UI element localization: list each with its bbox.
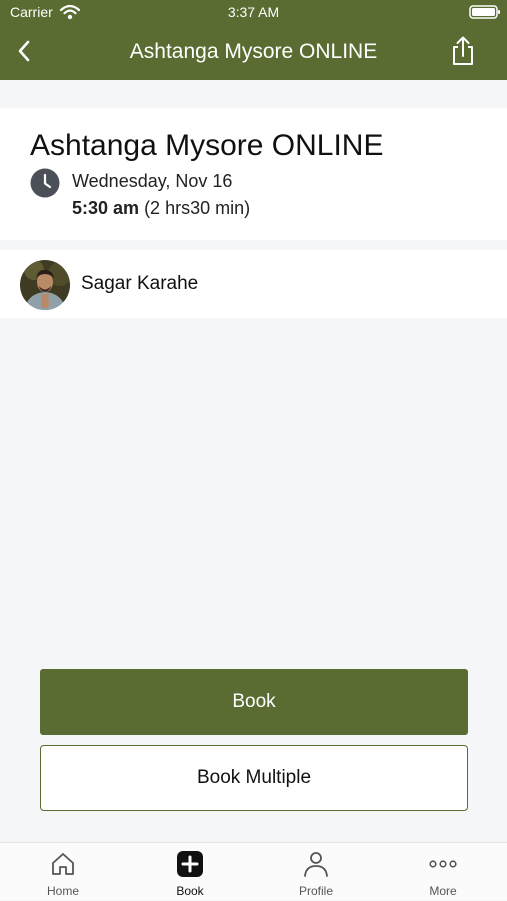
back-button[interactable] — [10, 37, 38, 65]
app-screen: Carrier 3:37 AM Ashtanga Mysore ONLINE A… — [0, 0, 507, 900]
class-start-time: 5:30 am — [72, 198, 140, 218]
tab-book[interactable]: Book — [127, 843, 253, 901]
tab-more[interactable]: More — [380, 843, 506, 901]
person-icon — [304, 852, 328, 877]
share-icon — [453, 36, 473, 65]
clock-icon — [30, 168, 60, 198]
share-button[interactable] — [447, 35, 479, 67]
book-multiple-button[interactable]: Book Multiple — [40, 745, 468, 811]
status-time: 3:37 AM — [227, 4, 280, 20]
avatar-image — [20, 260, 70, 310]
instructor-name: Sagar Karahe — [81, 273, 199, 294]
class-title: Ashtanga Mysore ONLINE — [30, 129, 384, 162]
class-info-card: Ashtanga Mysore ONLINE Wednesday, Nov 16… — [0, 108, 507, 240]
plus-square-icon — [177, 851, 203, 877]
tab-profile-label: Profile — [298, 884, 333, 898]
tab-bar: Home Book Profile More — [0, 842, 507, 900]
home-icon — [52, 853, 74, 875]
class-time-row: 5:30 am (2 hrs30 min) — [72, 197, 250, 219]
page-title: Ashtanga Mysore ONLINE — [129, 40, 378, 63]
tab-profile[interactable]: Profile — [253, 843, 379, 901]
instructor-row[interactable]: Sagar Karahe — [0, 250, 507, 318]
tab-home-label: Home — [46, 884, 79, 898]
battery-icon — [469, 5, 500, 19]
class-duration: (2 hrs30 min) — [144, 198, 251, 218]
tab-more-label: More — [429, 884, 457, 898]
instructor-avatar — [20, 260, 70, 310]
navigation-bar: Ashtanga Mysore ONLINE — [0, 24, 507, 80]
ellipsis-icon — [429, 860, 457, 868]
chevron-left-icon — [18, 40, 30, 62]
tab-book-label: Book — [176, 884, 204, 898]
tab-home[interactable]: Home — [0, 843, 126, 901]
class-date: Wednesday, Nov 16 — [72, 171, 233, 191]
status-bar: Carrier 3:37 AM — [0, 0, 507, 24]
book-button[interactable]: Book — [40, 669, 468, 735]
